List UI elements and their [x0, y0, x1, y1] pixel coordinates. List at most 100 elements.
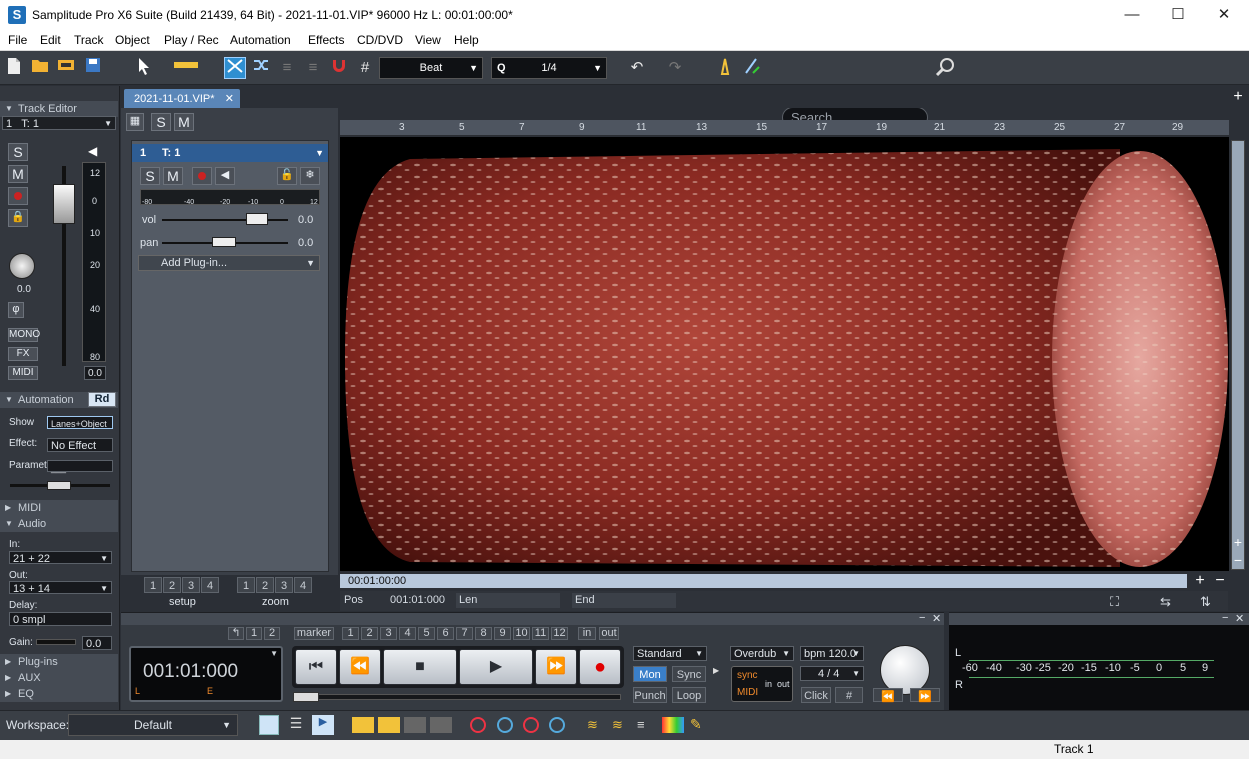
grid-icon[interactable]: # — [354, 57, 376, 79]
track-view-icon[interactable] — [259, 715, 279, 735]
show-select[interactable]: Lanes+Object — [47, 416, 113, 429]
click-settings-icon[interactable]: # — [835, 687, 863, 703]
setup-1[interactable]: 1 — [144, 577, 162, 593]
marker-7[interactable]: 7 — [456, 627, 473, 640]
record-button[interactable]: ● — [579, 649, 621, 685]
midi-section-header[interactable]: MIDI — [0, 500, 118, 516]
align-left-icon[interactable]: ≡ — [276, 57, 298, 79]
marker-4[interactable]: 4 — [399, 627, 416, 640]
expand-arrow-icon[interactable]: ▶ — [713, 666, 721, 678]
setup-4[interactable]: 4 — [201, 577, 219, 593]
transport-mode-select[interactable]: Standard ▼ — [633, 646, 707, 661]
automation-icon-3[interactable] — [523, 717, 539, 733]
marker-6[interactable]: 6 — [437, 627, 454, 640]
tool-icon-4[interactable] — [430, 717, 452, 733]
workspace-select[interactable]: Default ▼ — [68, 714, 238, 736]
zoom-1[interactable]: 1 — [237, 577, 255, 593]
crossfade-icon[interactable] — [224, 57, 246, 79]
metronome-icon[interactable] — [714, 57, 736, 79]
marker-button[interactable]: marker — [294, 627, 334, 640]
track-mute-button[interactable]: M — [163, 167, 183, 185]
pos-value[interactable]: 001:01:000 — [390, 594, 445, 606]
minimize-button[interactable]: — — [1109, 4, 1155, 26]
track-editor-header[interactable]: Track Editor — [0, 101, 118, 117]
zoom-3[interactable]: 3 — [275, 577, 293, 593]
fx-button[interactable]: FX — [8, 347, 38, 361]
parameter-select[interactable]: ___ — [47, 460, 113, 473]
pointer-tool-icon[interactable] — [133, 57, 155, 79]
solo-all-button[interactable]: S — [151, 113, 171, 131]
mute-button[interactable]: M — [8, 165, 28, 183]
marker-1[interactable]: 1 — [342, 627, 359, 640]
time-signature-field[interactable]: 4 / 4 ▼ — [800, 666, 864, 681]
sync-midi-box[interactable]: sync MIDI in out — [731, 666, 793, 702]
automation-icon-1[interactable] — [470, 717, 486, 733]
pan-knob[interactable] — [9, 253, 35, 279]
marker-left-1[interactable]: 1 — [246, 627, 262, 640]
track-monitor-icon[interactable]: ◀ — [215, 167, 235, 185]
menu-play-rec[interactable]: Play / Rec — [164, 33, 219, 47]
mono-button[interactable]: MONO — [8, 328, 40, 342]
play-button[interactable]: ▶ — [459, 649, 533, 685]
track-lock-icon[interactable]: 🔓 — [277, 167, 297, 185]
volume-fader-handle[interactable] — [53, 184, 75, 224]
track-grid-icon[interactable]: ▦ — [126, 113, 144, 131]
speaker-icon[interactable]: ◀ — [88, 144, 102, 158]
zoom-in-horizontal-icon[interactable]: + — [1192, 572, 1208, 589]
plugins-section-header[interactable]: Plug-ins — [0, 654, 118, 670]
setup-2[interactable]: 2 — [163, 577, 181, 593]
waveform-icon-2[interactable]: ≋ — [612, 717, 632, 733]
record-arm-button[interactable] — [8, 187, 28, 205]
effect-select[interactable]: No Effect — [47, 438, 113, 452]
marker-9[interactable]: 9 — [494, 627, 511, 640]
mute-all-button[interactable]: M — [174, 113, 194, 131]
magnet-icon[interactable] — [328, 57, 350, 79]
zoom-out-horizontal-icon[interactable]: − — [1212, 572, 1228, 589]
marker-3[interactable]: 3 — [380, 627, 397, 640]
meter-minimize-icon[interactable]: − — [1222, 612, 1228, 624]
undo-icon[interactable]: ↶ — [626, 57, 648, 79]
add-tab-icon[interactable]: + — [1229, 88, 1247, 106]
track-record-button[interactable] — [192, 167, 212, 185]
grid-mode-select[interactable]: Beat ▼ — [379, 57, 483, 79]
marker-5[interactable]: 5 — [418, 627, 435, 640]
marker-8[interactable]: 8 — [475, 627, 492, 640]
menu-view[interactable]: View — [415, 33, 441, 47]
marker-return-icon[interactable]: ↰ — [228, 627, 244, 640]
zoom-4[interactable]: 4 — [294, 577, 312, 593]
zoom-fit-icon[interactable]: ⛶ — [1110, 594, 1119, 610]
tool-icon-2[interactable] — [378, 717, 400, 733]
setup-3[interactable]: 3 — [182, 577, 200, 593]
marker-10[interactable]: 10 — [513, 627, 530, 640]
menu-help[interactable]: Help — [454, 33, 479, 47]
search-icon[interactable] — [934, 57, 956, 79]
range-tool-icon[interactable] — [171, 57, 201, 79]
project-tab[interactable]: 2021-11-01.VIP* ✕ — [124, 89, 240, 109]
parameter-slider-handle[interactable] — [47, 481, 71, 490]
marker-in-button[interactable]: in — [578, 627, 596, 640]
aux-section-header[interactable]: AUX — [0, 670, 118, 686]
lock-icon[interactable]: 🔒 — [8, 209, 28, 227]
pan-slider-handle[interactable] — [212, 237, 236, 247]
shuttle-forward-icon[interactable]: ⏩ — [910, 688, 940, 703]
sync-button[interactable]: Sync — [672, 666, 706, 682]
audio-section-header[interactable]: Audio — [0, 516, 118, 532]
redo-icon[interactable]: ↷ — [664, 57, 686, 79]
audio-out-select[interactable]: 13 + 14 ▼ — [9, 581, 112, 595]
menu-object[interactable]: Object — [115, 33, 150, 47]
track-freeze-icon[interactable]: ❄ — [300, 167, 320, 185]
stop-button[interactable]: ■ — [383, 649, 457, 685]
timeline-ruler[interactable]: 3 5 7 9 11 13 15 17 19 21 23 25 27 29 — [340, 120, 1229, 136]
close-button[interactable]: ✕ — [1201, 4, 1247, 26]
monitor-button[interactable]: Mon — [633, 666, 667, 682]
pencil-icon[interactable]: ✎ — [690, 716, 706, 734]
mixer-icon[interactable]: ☰ — [286, 715, 306, 735]
len-field[interactable]: Len — [456, 593, 560, 608]
punch-button[interactable]: Punch — [633, 687, 667, 703]
tool-icon-1[interactable] — [352, 717, 374, 733]
gain-slider[interactable] — [36, 639, 76, 645]
vol-slider-handle[interactable] — [246, 213, 268, 225]
swap-vertical-icon[interactable]: ⇅ — [1200, 594, 1211, 610]
track-title-bar[interactable]: 1 T: 1 ▼ — [132, 144, 328, 162]
tempo-icon[interactable] — [741, 57, 763, 79]
